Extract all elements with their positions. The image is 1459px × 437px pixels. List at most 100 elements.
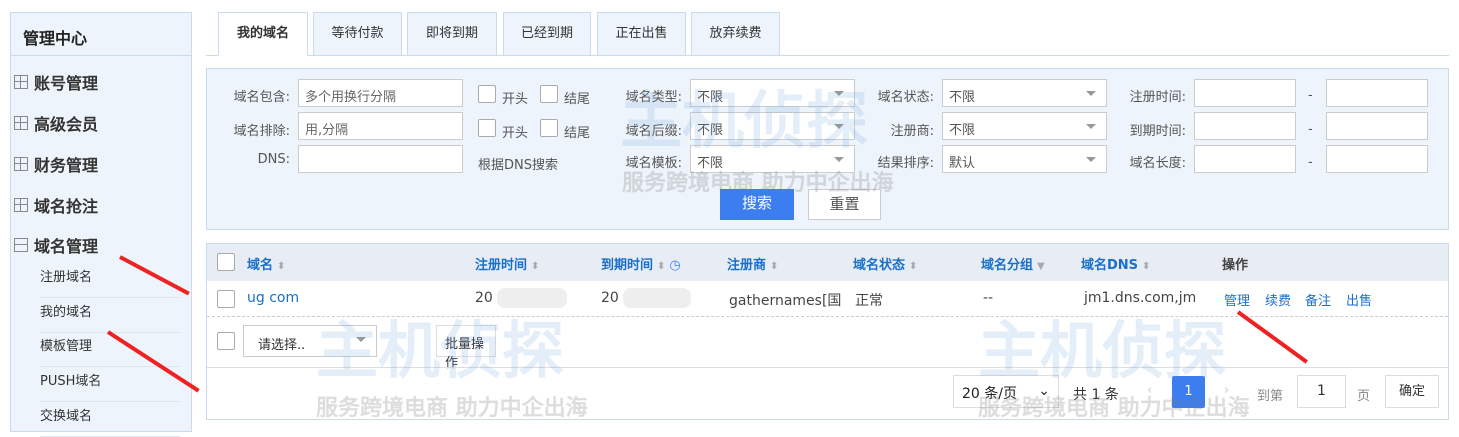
reg-time-from[interactable] — [1194, 79, 1296, 107]
col-label: 域名状态 — [853, 258, 906, 273]
expand-icon — [14, 157, 28, 171]
tab-pending-payment[interactable]: 等待付款 — [313, 12, 402, 56]
length-from[interactable] — [1194, 145, 1296, 173]
expand-icon — [14, 198, 28, 212]
col-group[interactable]: 域名分组 ▼ — [981, 254, 1045, 273]
tab-expiring[interactable]: 即将到期 — [407, 12, 497, 56]
col-actions: 操作 — [1222, 258, 1249, 273]
suffix-label: 域名后缀: — [625, 124, 682, 139]
row-checkbox[interactable] — [217, 290, 235, 308]
sidebar-sub-exchange[interactable]: 交换域名 — [40, 402, 180, 437]
sidebar-item-account[interactable]: 账号管理 — [14, 70, 98, 94]
type-label: 域名类型: — [625, 90, 682, 105]
note-link[interactable]: 备注 — [1305, 290, 1331, 309]
starts-with-label: 开头 — [502, 92, 529, 107]
ends-with-label: 结尾 — [564, 92, 591, 107]
sidebar-item-domain-manage[interactable]: 域名管理 — [14, 233, 98, 257]
reg-time-to[interactable] — [1326, 79, 1428, 107]
tab-expired[interactable]: 已经到期 — [503, 12, 591, 56]
collapse-icon — [14, 238, 28, 252]
tab-my-domains[interactable]: 我的域名 — [218, 12, 308, 56]
col-label: 域名 — [247, 258, 274, 273]
exclude-ends-checkbox[interactable] — [540, 119, 558, 137]
col-status[interactable]: 域名状态 ⬍ — [853, 254, 917, 273]
col-registrar[interactable]: 注册商 ⬍ — [727, 254, 778, 273]
col-reg-time[interactable]: 注册时间 ⬍ — [475, 254, 539, 273]
exclude-label: 域名排除: — [233, 124, 290, 139]
page-input[interactable]: 1 — [1297, 375, 1346, 408]
tab-abandoned[interactable]: 放弃续费 — [691, 12, 780, 56]
type-select[interactable]: 不限 — [690, 79, 855, 107]
suffix-select[interactable]: 不限 — [690, 112, 855, 140]
contains-input[interactable]: 多个用换行分隔 — [298, 79, 463, 107]
col-exp-time[interactable]: 到期时间 ⬍ ◷ — [601, 254, 681, 273]
sort-icon: ⬍ — [770, 261, 779, 272]
dns: jm1.dns.com,jm — [1084, 290, 1197, 306]
registrar: gathernames[国 — [729, 293, 842, 309]
sidebar-item-backorder[interactable]: 域名抢注 — [14, 193, 98, 217]
exclude-ends-label: 结尾 — [564, 126, 591, 141]
sidebar-item-label: 高级会员 — [34, 115, 99, 134]
sort-icon: ⬍ — [531, 261, 540, 272]
sidebar-item-vip[interactable]: 高级会员 — [14, 111, 98, 135]
length-to[interactable] — [1326, 145, 1428, 173]
manage-link[interactable]: 管理 — [1224, 290, 1250, 309]
exp-time: 20 — [601, 290, 619, 306]
sort-icon: ⬍ — [277, 261, 286, 272]
tab-on-sale[interactable]: 正在出售 — [597, 12, 686, 56]
col-label: 域名分组 — [981, 258, 1034, 273]
status-label: 域名状态: — [877, 90, 934, 105]
starts-with-checkbox[interactable] — [478, 85, 496, 103]
template-label: 域名模板: — [625, 156, 682, 171]
reset-button[interactable]: 重置 — [808, 189, 881, 220]
sidebar-item-label: 域名抢注 — [34, 197, 99, 216]
exclude-input[interactable]: 用,分隔 — [298, 112, 463, 140]
dropdown-icon: ▼ — [1037, 261, 1045, 272]
per-page-select[interactable]: 20 条/页 ⌄ — [953, 375, 1059, 408]
sort-icon: ⬍ — [657, 261, 666, 272]
expand-icon — [14, 116, 28, 130]
batch-select[interactable]: 请选择.. — [243, 325, 377, 357]
exclude-starts-checkbox[interactable] — [478, 119, 496, 137]
status-select[interactable]: 不限 — [942, 79, 1107, 107]
total-count: 共 1 条 — [1073, 387, 1119, 403]
dns-input[interactable] — [298, 145, 463, 173]
col-domain[interactable]: 域名 ⬍ — [247, 254, 285, 273]
domain-link[interactable]: ug com — [247, 290, 299, 306]
col-label: 注册商 — [727, 258, 767, 273]
registrar-label: 注册商: — [890, 124, 934, 139]
sell-link[interactable]: 出售 — [1346, 290, 1372, 309]
template-select[interactable]: 不限 — [690, 145, 855, 173]
exp-time-to[interactable] — [1326, 112, 1428, 140]
ends-with-checkbox[interactable] — [540, 85, 558, 103]
group: -- — [983, 290, 994, 306]
status: 正常 — [855, 293, 883, 309]
col-label: 到期时间 — [601, 258, 654, 273]
sidebar-item-label: 财务管理 — [34, 156, 99, 175]
col-dns[interactable]: 域名DNS ⬍ — [1081, 254, 1150, 273]
sidebar-sub-my-domains[interactable]: 我的域名 — [40, 298, 180, 333]
goto-label: 到第 — [1257, 389, 1284, 404]
table-header — [207, 244, 1448, 281]
registrar-select[interactable]: 不限 — [942, 112, 1107, 140]
exclude-starts-label: 开头 — [502, 126, 529, 141]
divider — [207, 367, 1448, 368]
sidebar-item-finance[interactable]: 财务管理 — [14, 152, 98, 176]
page-1[interactable]: 1 — [1172, 376, 1205, 408]
prev-page-icon[interactable]: ‹ — [1147, 383, 1152, 398]
select-all-checkbox[interactable] — [217, 253, 235, 271]
exp-time-from[interactable] — [1194, 112, 1296, 140]
batch-button[interactable]: 批量操作 — [436, 325, 496, 371]
sidebar-title: 管理中心 — [11, 13, 191, 56]
dns-label: DNS: — [257, 152, 290, 167]
sidebar-sub-push[interactable]: PUSH域名 — [40, 367, 180, 402]
sort-select[interactable]: 默认 — [942, 145, 1107, 173]
renew-link[interactable]: 续费 — [1265, 290, 1291, 309]
confirm-button[interactable]: 确定 — [1385, 375, 1439, 408]
next-page-icon[interactable]: › — [1224, 383, 1229, 398]
clock-icon[interactable]: ◷ — [669, 258, 680, 273]
batch-checkbox[interactable] — [217, 332, 235, 350]
page-unit: 页 — [1357, 389, 1371, 404]
exp-time-label: 到期时间: — [1129, 124, 1186, 139]
search-button[interactable]: 搜索 — [720, 189, 794, 220]
